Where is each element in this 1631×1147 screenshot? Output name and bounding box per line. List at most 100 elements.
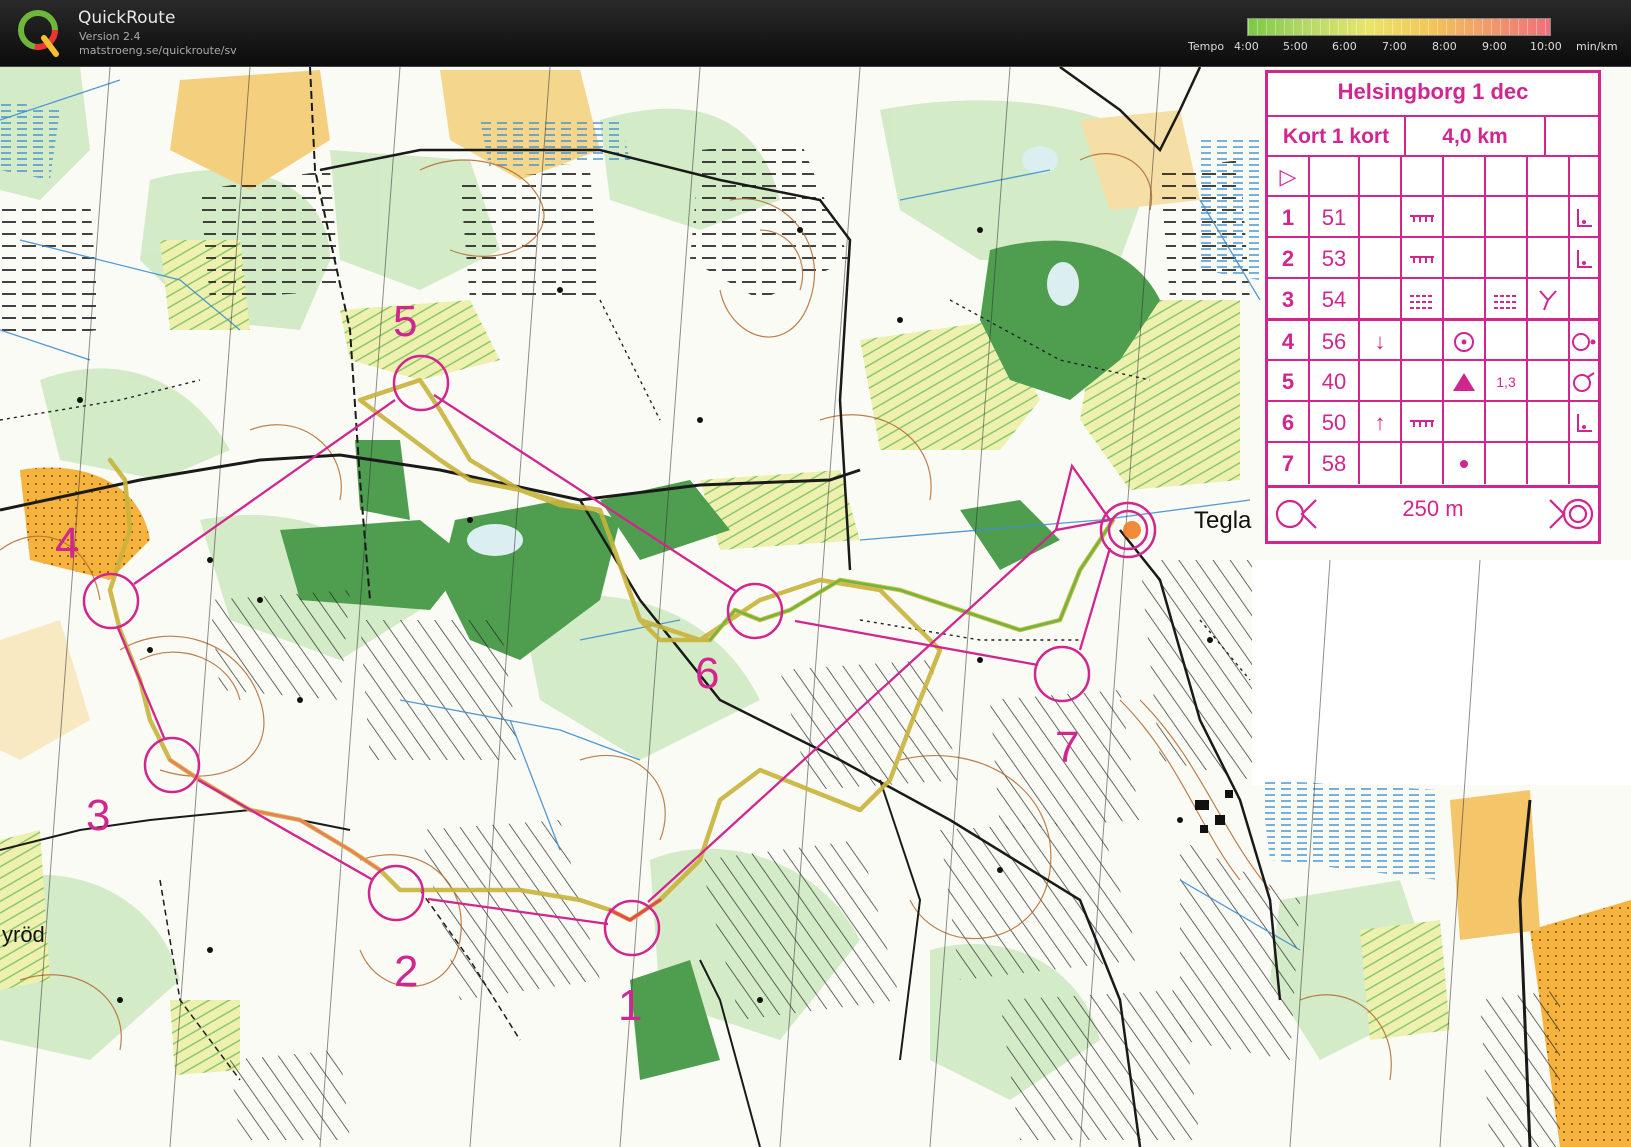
bend-icon [1577,413,1592,432]
card-dimension [1486,443,1528,484]
card-control-number: 6 [1268,402,1310,443]
junction-icon [1539,289,1557,310]
control-number-5: 5 [393,297,417,346]
control-number-2: 2 [394,947,418,996]
tempo-label: Tempo [1188,40,1225,53]
card-control-number: 4 [1268,321,1310,362]
course-name: Kort 1 kort [1268,117,1406,157]
control-row: 3 54 [1268,277,1598,320]
control-row: 6 50 ↑ [1268,400,1598,443]
card-location [1528,402,1570,443]
card-feature-2 [1444,238,1486,279]
control-number-4: 4 [55,519,79,568]
control-row: 1 51 [1268,195,1598,238]
card-control-code: 51 [1310,197,1360,238]
dot-right-icon [1572,332,1596,351]
title-bar: QuickRoute Version 2.4 matstroeng.se/qui… [0,0,1631,67]
card-control-code: 58 [1310,443,1360,484]
card-dimension [1486,402,1528,443]
control-row: 7 58 [1268,441,1598,484]
circle-dot-icon [1454,331,1474,352]
ditch-end-icon [1410,214,1434,222]
card-location [1528,321,1570,362]
place-name-tegla: Tegla [1194,507,1252,534]
quickroute-logo-icon [18,10,59,57]
card-feature-2 [1444,321,1486,362]
card-feature-2 [1444,361,1486,402]
card-control-code: 53 [1310,238,1360,279]
tempo-tick: 6:00 [1332,40,1357,53]
finish-circle-icon[interactable] [1099,501,1157,559]
card-location [1528,279,1570,320]
card-location [1528,443,1570,484]
card-dimension [1486,321,1528,362]
control-row: 4 56 ↓ [1268,318,1598,362]
app-name: QuickRoute [78,8,176,28]
app-url: matstroeng.se/quickroute/sv [79,44,237,57]
card-feature-2 [1444,279,1486,320]
marsh-icon [1494,294,1518,309]
app-version: Version 2.4 [79,30,141,43]
course-length: 4,0 km [1406,117,1546,157]
tempo-gradient-bar [1247,18,1551,36]
card-feature [1402,402,1444,443]
quickroute-window: QuickRoute Version 2.4 matstroeng.se/qui… [0,0,1631,1147]
card-control-number: 5 [1268,361,1310,402]
map-blank-area [1252,560,1631,785]
card-control-number: 7 [1268,443,1310,484]
tempo-tick: 10:00 [1530,40,1562,53]
card-control-number: 2 [1268,238,1310,279]
card-direction [1360,361,1402,402]
card-feature [1402,238,1444,279]
card-control-number: 1 [1268,197,1310,238]
card-dimension [1486,279,1528,320]
triangle-icon [1453,372,1475,391]
control-number-1: 1 [618,981,642,1030]
bend-icon [1577,249,1592,268]
bend-icon [1577,208,1592,227]
tempo-tick: 9:00 [1482,40,1507,53]
card-feature [1402,321,1444,362]
card-feature-2 [1444,197,1486,238]
ditch-end-icon [1410,255,1434,263]
card-direction [1360,443,1402,484]
tempo-tick: 8:00 [1432,40,1457,53]
card-location [1528,238,1570,279]
card-dimension [1486,238,1528,279]
card-direction: ↑ [1360,402,1402,443]
marsh-icon [1410,294,1434,309]
control-number-7: 7 [1055,723,1079,772]
card-header-row: Kort 1 kort 4,0 km [1268,115,1598,157]
card-control-code: 50 [1310,402,1360,443]
card-direction [1360,197,1402,238]
card-direction [1360,238,1402,279]
dot-icon [1460,459,1468,468]
event-title: Helsingborg 1 dec [1337,79,1529,104]
card-feature-2 [1444,443,1486,484]
card-direction: ↓ [1360,321,1402,362]
tempo-unit: min/km [1576,40,1618,53]
control-description-card: Helsingborg 1 dec Kort 1 kort 4,0 km ▷ 1… [1265,70,1601,544]
start-row: ▷ [1268,155,1598,197]
card-direction [1360,279,1402,320]
card-feature-2 [1444,402,1486,443]
circle-right-icon [1573,371,1595,392]
tempo-tick: 4:00 [1234,40,1259,53]
control-number-3: 3 [86,791,110,840]
card-control-code: 54 [1310,279,1360,320]
card-feature [1402,197,1444,238]
start-symbol-icon: ▷ [1268,157,1310,197]
ditch-end-icon [1410,419,1434,427]
tempo-tick: 7:00 [1382,40,1407,53]
finish-row: 250 m [1268,485,1598,544]
finish-symbol-icon [1549,498,1594,530]
card-feature [1402,361,1444,402]
card-control-number: 3 [1268,279,1310,320]
control-row: 2 53 [1268,236,1598,279]
card-location [1528,197,1570,238]
control-row: 5 40 1,3 [1268,359,1598,402]
card-control-code: 56 [1310,321,1360,362]
tempo-tick: 5:00 [1283,40,1308,53]
card-feature [1402,279,1444,320]
finish-from-last-control-icon [1275,499,1317,529]
